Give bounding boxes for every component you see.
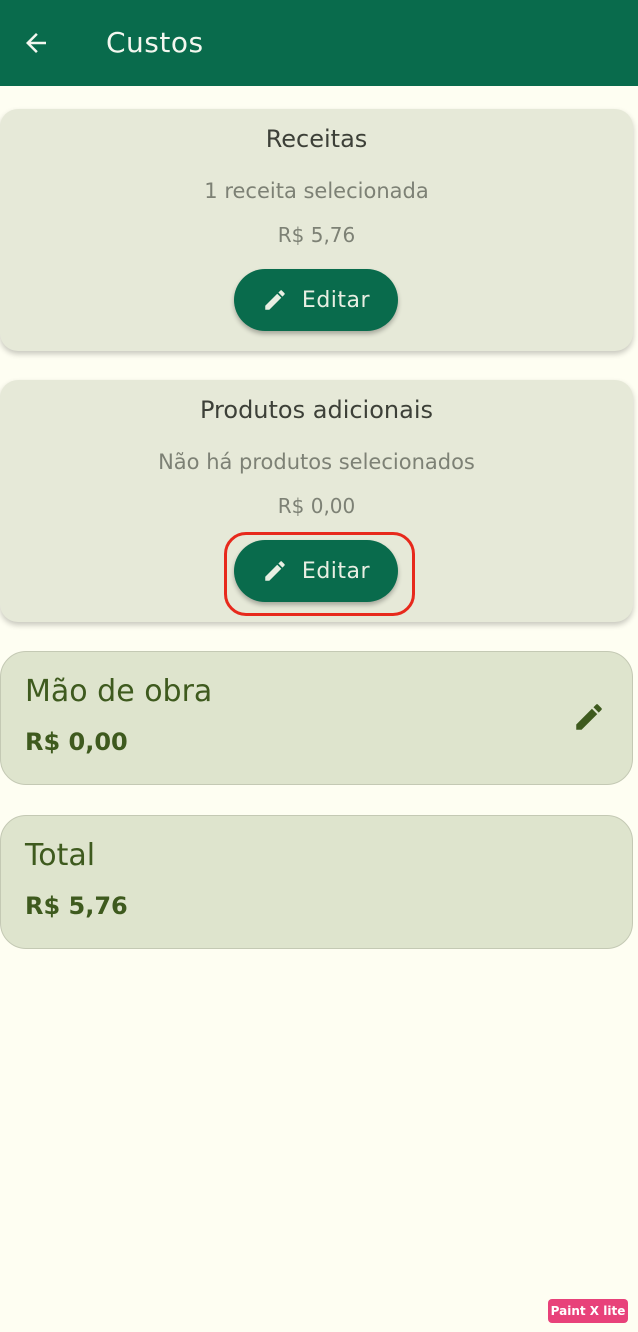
pencil-icon: [265, 561, 285, 581]
labor-edit-button[interactable]: [572, 700, 606, 734]
recipes-edit-button[interactable]: Editar: [234, 269, 398, 331]
pencil-icon: [265, 290, 285, 310]
back-button[interactable]: [16, 23, 56, 63]
extras-edit-button[interactable]: Editar: [234, 540, 398, 602]
labor-card[interactable]: Mão de obra R$ 0,00: [0, 651, 633, 785]
labor-value: R$ 0,00: [25, 728, 128, 756]
total-label: Total: [25, 838, 96, 873]
extras-subtitle: Não há produtos selecionados: [158, 450, 475, 474]
arrow-left-icon: [26, 33, 46, 53]
extras-edit-label: Editar: [301, 558, 371, 584]
page-title: Custos: [106, 26, 204, 59]
recipes-title: Receitas: [265, 125, 368, 153]
recipes-subtitle: 1 receita selecionada: [204, 179, 429, 203]
recipes-edit-label: Editar: [301, 287, 371, 313]
watermark-badge: Paint X lite: [548, 1299, 628, 1323]
recipes-card: Receitas 1 receita selecionada R$ 5,76 E…: [0, 109, 633, 351]
pencil-icon: [576, 704, 602, 730]
app-bar: Custos: [0, 0, 638, 86]
total-card: Total R$ 5,76: [0, 815, 633, 949]
extras-card: Produtos adicionais Não há produtos sele…: [0, 380, 633, 622]
recipes-value: R$ 5,76: [277, 223, 356, 247]
extras-title: Produtos adicionais: [200, 396, 433, 424]
extras-value: R$ 0,00: [277, 494, 356, 518]
labor-label: Mão de obra: [25, 674, 213, 709]
total-value: R$ 5,76: [25, 892, 128, 920]
